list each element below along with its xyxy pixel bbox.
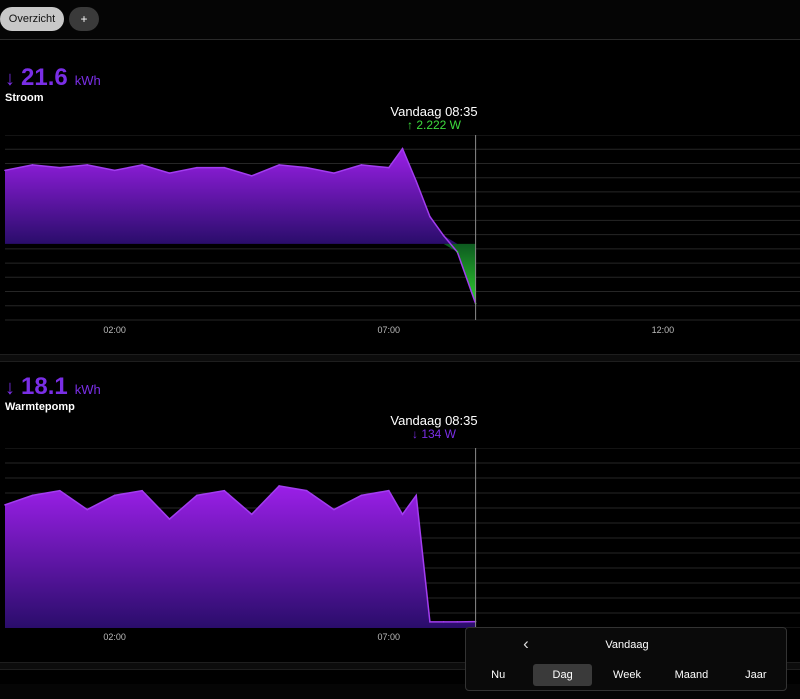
x-tick-label: 02:00	[103, 325, 126, 335]
arrow-up-icon: ↑	[406, 118, 413, 132]
data-point	[401, 147, 404, 150]
arrow-down-icon: ↓	[411, 427, 418, 441]
power-chart[interactable]	[0, 448, 800, 628]
total-unit: kWh	[74, 382, 101, 397]
arrow-down-icon: ↓	[5, 377, 15, 399]
data-point	[141, 164, 143, 166]
data-point	[223, 166, 226, 169]
data-point	[278, 164, 280, 166]
cursor-time: Vandaag 08:35	[390, 104, 478, 119]
panel-label: Warmtepomp	[5, 401, 75, 413]
data-point	[31, 494, 34, 497]
data-point	[196, 494, 198, 497]
data-point	[387, 489, 390, 492]
data-point	[250, 513, 253, 516]
data-point	[278, 485, 280, 487]
x-tick-label: 12:00	[651, 325, 675, 335]
add-tab-button[interactable]: +	[69, 7, 99, 31]
data-point	[305, 166, 308, 169]
power-chart[interactable]	[0, 135, 800, 335]
data-point	[305, 489, 308, 492]
data-point	[429, 215, 431, 218]
data-point	[333, 508, 335, 511]
data-point	[168, 518, 171, 520]
period-maand[interactable]: Maand	[662, 664, 720, 686]
data-point	[456, 621, 459, 623]
data-point	[168, 172, 171, 174]
data-point	[333, 172, 335, 174]
consumption-area	[5, 148, 476, 244]
period-nu[interactable]: Nu	[469, 664, 527, 686]
period-week[interactable]: Week	[598, 664, 656, 686]
data-point	[86, 508, 89, 511]
date-navigator: ‹ Vandaag Nu Dag Week Maand Jaar	[465, 627, 787, 691]
return-area	[5, 243, 476, 304]
data-point	[429, 621, 431, 623]
cursor-value: ↑ 2.222 W	[407, 118, 461, 132]
period-dag[interactable]: Dag	[533, 664, 592, 686]
data-point	[141, 489, 143, 492]
cursor-value-text: 134 W	[421, 427, 457, 441]
data-point	[415, 494, 418, 497]
data-point	[86, 164, 89, 166]
total-value: 18.1	[21, 373, 68, 400]
data-point	[113, 494, 116, 497]
x-tick-label: 07:00	[377, 325, 401, 335]
data-point	[223, 489, 226, 492]
data-point	[4, 169, 6, 172]
cursor-time: Vandaag 08:35	[390, 413, 478, 428]
data-point	[360, 164, 363, 166]
total-readout: ↓ 18.1 kWh	[5, 373, 101, 401]
data-point	[415, 180, 418, 183]
data-point	[113, 169, 116, 172]
x-tick-label: 02:00	[103, 632, 126, 642]
consumption-area	[5, 485, 476, 628]
tab-overview[interactable]: Overzicht	[0, 7, 64, 31]
panel-divider	[0, 354, 800, 362]
total-unit: kWh	[74, 73, 101, 88]
cursor-value-text: 2.222 W	[416, 118, 462, 132]
data-point	[196, 166, 198, 169]
data-point	[59, 489, 61, 492]
x-tick-label: 07:00	[377, 632, 401, 642]
data-point	[250, 175, 253, 177]
data-point	[442, 621, 445, 623]
period-jaar[interactable]: Jaar	[727, 664, 785, 686]
data-point	[442, 234, 445, 237]
data-point	[387, 166, 390, 169]
period-selector: Nu Dag Week Maand Jaar	[466, 664, 788, 686]
energy-panel-warmtepomp: ↓ 18.1 kWh Warmtepomp Vandaag 08:35 ↓ 13…	[0, 362, 800, 662]
data-point	[31, 164, 34, 166]
data-point	[4, 504, 6, 506]
total-readout: ↓ 21.6 kWh	[5, 64, 101, 92]
total-value: 21.6	[21, 64, 68, 91]
energy-panel-stroom: ↓ 21.6 kWh Stroom Vandaag 08:35 ↑ 2.222 …	[0, 40, 800, 354]
nav-title: Vandaag	[605, 639, 649, 651]
data-point	[401, 513, 404, 516]
cursor-value: ↓ 134 W	[412, 427, 456, 441]
data-point	[360, 494, 363, 497]
panel-label: Stroom	[5, 92, 44, 104]
arrow-down-icon: ↓	[5, 68, 15, 90]
top-bar: Overzicht +	[0, 0, 800, 40]
data-point	[456, 251, 459, 253]
data-point	[59, 166, 61, 169]
